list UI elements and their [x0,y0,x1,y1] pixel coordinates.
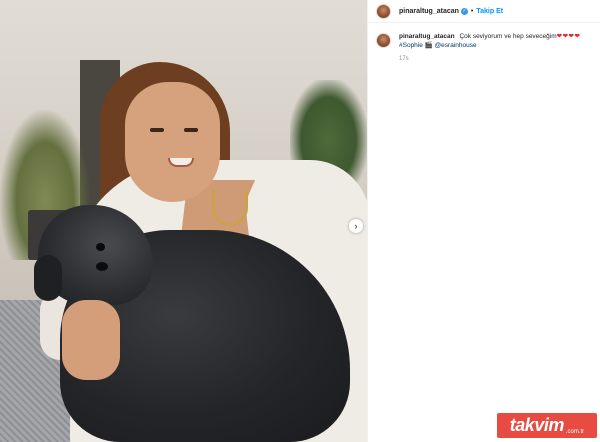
necklace [212,190,248,226]
chevron-right-icon: › [354,220,358,231]
watermark-brand: takvim [509,415,565,435]
takvim-watermark: takvim .com.tr [497,413,597,438]
dog-eye [96,243,105,251]
watermark-domain: .com.tr [565,429,585,435]
woman-hand [62,300,120,380]
caption-text: pinaraltug_atacan Çok seviyorum ve hep s… [399,32,589,50]
caption-avatar[interactable] [376,33,391,48]
header-separator: • [470,7,474,15]
post-caption: pinaraltug_atacan Çok seviyorum ve hep s… [368,23,600,62]
post-timestamp[interactable]: 17s [399,56,589,62]
post-photo[interactable]: › [0,0,367,442]
clapper-emoji-icon: 🎬 [424,42,433,49]
caption-message: Çok seviyorum ve hep seveceğim [459,33,557,40]
woman-eye-right [184,128,198,132]
dog-ear [34,255,62,301]
next-photo-button[interactable]: › [349,219,363,233]
post-header: pinaraltug_atacan ✓ • Takip Et [368,0,600,23]
mention-link[interactable]: @esrainhouse [435,42,477,49]
avatar[interactable] [376,3,391,19]
instagram-post: › pinaraltug_atacan ✓ • Takip Et pinaral… [0,0,600,442]
caption-username[interactable]: pinaraltug_atacan [399,33,455,40]
woman-eye-left [150,128,164,132]
caption-body: pinaraltug_atacan Çok seviyorum ve hep s… [399,32,589,62]
follow-button[interactable]: Takip Et [476,8,503,15]
hashtag-link[interactable]: #Sophie [399,42,423,49]
hearts-emoji: ❤❤❤❤ [556,33,581,40]
author-username[interactable]: pinaraltug_atacan [399,8,459,15]
verified-badge-icon: ✓ [460,7,468,15]
post-sidebar: pinaraltug_atacan ✓ • Takip Et pinaraltu… [367,0,600,442]
woman-face [125,82,220,202]
dog-nose [96,262,108,271]
